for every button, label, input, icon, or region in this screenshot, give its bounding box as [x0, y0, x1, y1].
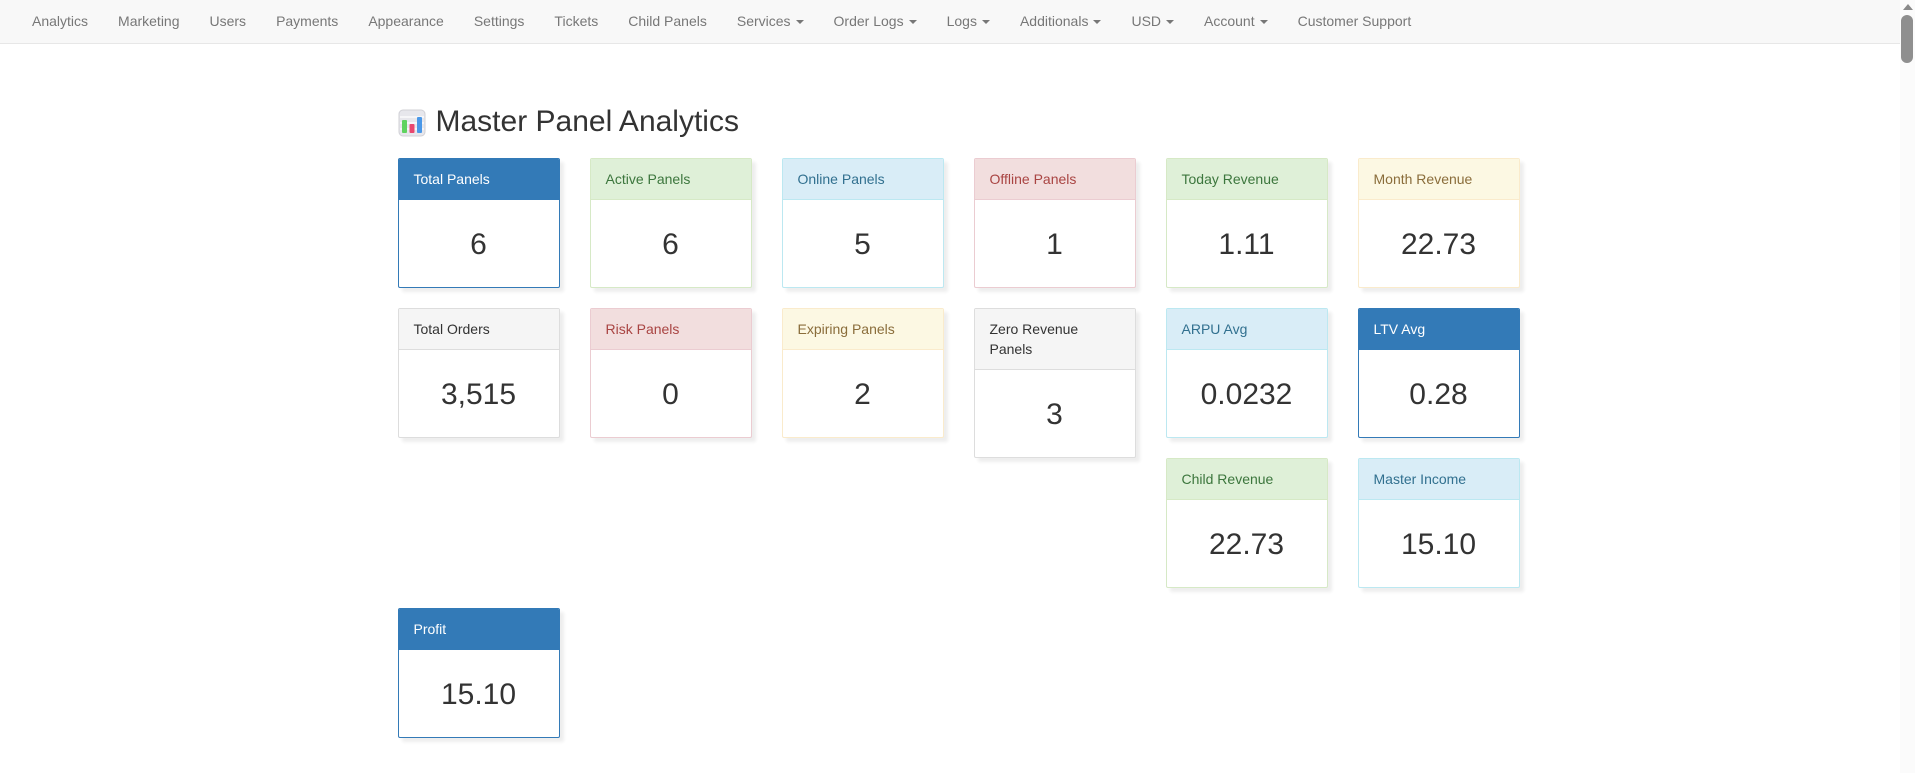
stat-card-value: 3,515 [399, 350, 559, 440]
nav-label: Settings [474, 13, 525, 29]
nav-label: Account [1204, 13, 1255, 29]
stat-card-today-revenue: Today Revenue 1.11 [1166, 158, 1328, 288]
nav-label: USD [1131, 13, 1161, 29]
nav-label: Marketing [118, 13, 179, 29]
nav-item-logs-dropdown[interactable]: Logs [932, 0, 1005, 43]
stat-card-total-panels: Total Panels 6 [398, 158, 560, 288]
nav-menu: Analytics Marketing Users Payments Appea… [0, 0, 1915, 43]
nav-label: Customer Support [1298, 13, 1412, 29]
stat-card-offline-panels: Offline Panels 1 [974, 158, 1136, 288]
nav-label: Users [210, 13, 247, 29]
scrollbar-thumb[interactable] [1901, 15, 1913, 63]
stat-card-label: Offline Panels [975, 159, 1135, 200]
stat-card-label: Total Panels [399, 159, 559, 200]
nav-item-users[interactable]: Users [195, 0, 262, 43]
stat-card-value: 5 [783, 200, 943, 290]
nav-label: Additionals [1020, 13, 1089, 29]
page-title-text: Master Panel Analytics [436, 102, 739, 142]
top-navbar: Analytics Marketing Users Payments Appea… [0, 0, 1915, 44]
stat-card-total-orders: Total Orders 3,515 [398, 308, 560, 438]
nav-item-tickets[interactable]: Tickets [539, 0, 613, 43]
nav-label: Appearance [368, 13, 444, 29]
scroll-up-arrow-icon[interactable] [1903, 4, 1913, 10]
nav-item-order-logs-dropdown[interactable]: Order Logs [819, 0, 932, 43]
stat-card-label: Expiring Panels [783, 309, 943, 350]
stat-card-label: Total Orders [399, 309, 559, 350]
stat-card-label: Active Panels [591, 159, 751, 200]
nav-item-appearance[interactable]: Appearance [353, 0, 459, 43]
caret-down-icon [1166, 20, 1174, 24]
nav-item-analytics[interactable]: Analytics [17, 0, 103, 43]
stat-card-label: Profit [399, 609, 559, 650]
stat-card-label: Online Panels [783, 159, 943, 200]
stat-card-label: LTV Avg [1359, 309, 1519, 350]
stat-card-value: 6 [591, 200, 751, 290]
nav-label: Child Panels [628, 13, 707, 29]
stat-card-label: Risk Panels [591, 309, 751, 350]
caret-down-icon [796, 20, 804, 24]
stat-card-child-revenue: Child Revenue 22.73 [1166, 458, 1328, 588]
nav-label: Tickets [554, 13, 598, 29]
nav-item-child-panels[interactable]: Child Panels [613, 0, 722, 43]
stat-card-zero-revenue-panels: Zero Revenue Panels 3 [974, 308, 1136, 458]
nav-item-currency-dropdown[interactable]: USD [1116, 0, 1189, 43]
stat-card-value: 22.73 [1359, 200, 1519, 290]
caret-down-icon [982, 20, 990, 24]
caret-down-icon [1260, 20, 1268, 24]
stat-card-value: 0.0232 [1167, 350, 1327, 440]
stat-card-value: 15.10 [399, 650, 559, 740]
nav-item-services-dropdown[interactable]: Services [722, 0, 819, 43]
stat-card-value: 15.10 [1359, 500, 1519, 590]
nav-item-settings[interactable]: Settings [459, 0, 540, 43]
nav-label: Analytics [32, 13, 88, 29]
stat-card-label: Master Income [1359, 459, 1519, 500]
vertical-scrollbar[interactable] [1900, 0, 1915, 773]
nav-label: Services [737, 13, 791, 29]
nav-item-marketing[interactable]: Marketing [103, 0, 194, 43]
nav-item-account-dropdown[interactable]: Account [1189, 0, 1283, 43]
stat-card-risk-panels: Risk Panels 0 [590, 308, 752, 438]
stat-card-value: 22.73 [1167, 500, 1327, 590]
stat-card-expiring-panels: Expiring Panels 2 [782, 308, 944, 438]
stat-card-ltv-avg: LTV Avg 0.28 [1358, 308, 1520, 438]
nav-item-payments[interactable]: Payments [261, 0, 353, 43]
stat-card-online-panels: Online Panels 5 [782, 158, 944, 288]
stat-card-label: ARPU Avg [1167, 309, 1327, 350]
stat-card-label: Child Revenue [1167, 459, 1327, 500]
stat-card-label: Month Revenue [1359, 159, 1519, 200]
nav-label: Order Logs [834, 13, 904, 29]
stat-card-value: 0 [591, 350, 751, 440]
stats-grid: Total Panels 6 Active Panels 6 Online Pa… [378, 158, 1538, 758]
stat-card-profit: Profit 15.10 [398, 608, 560, 738]
stat-card-value: 6 [399, 200, 559, 290]
main-content: Master Panel Analytics Total Panels 6 Ac… [378, 102, 1538, 758]
stat-card-master-income: Master Income 15.10 [1358, 458, 1520, 588]
stat-card-label: Zero Revenue Panels [975, 309, 1135, 370]
nav-label: Logs [947, 13, 977, 29]
nav-item-customer-support[interactable]: Customer Support [1283, 0, 1427, 43]
stat-card-value: 1 [975, 200, 1135, 290]
nav-item-additionals-dropdown[interactable]: Additionals [1005, 0, 1117, 43]
page-title: Master Panel Analytics [378, 102, 1538, 142]
stat-card-arpu-avg: ARPU Avg 0.0232 [1166, 308, 1328, 438]
stat-card-active-panels: Active Panels 6 [590, 158, 752, 288]
stat-card-value: 3 [975, 370, 1135, 460]
caret-down-icon [1093, 20, 1101, 24]
nav-label: Payments [276, 13, 338, 29]
stat-card-value: 0.28 [1359, 350, 1519, 440]
bar-chart-icon [398, 108, 426, 136]
stat-card-value: 1.11 [1167, 200, 1327, 290]
stat-card-month-revenue: Month Revenue 22.73 [1358, 158, 1520, 288]
caret-down-icon [909, 20, 917, 24]
stat-card-value: 2 [783, 350, 943, 440]
stat-card-label: Today Revenue [1167, 159, 1327, 200]
